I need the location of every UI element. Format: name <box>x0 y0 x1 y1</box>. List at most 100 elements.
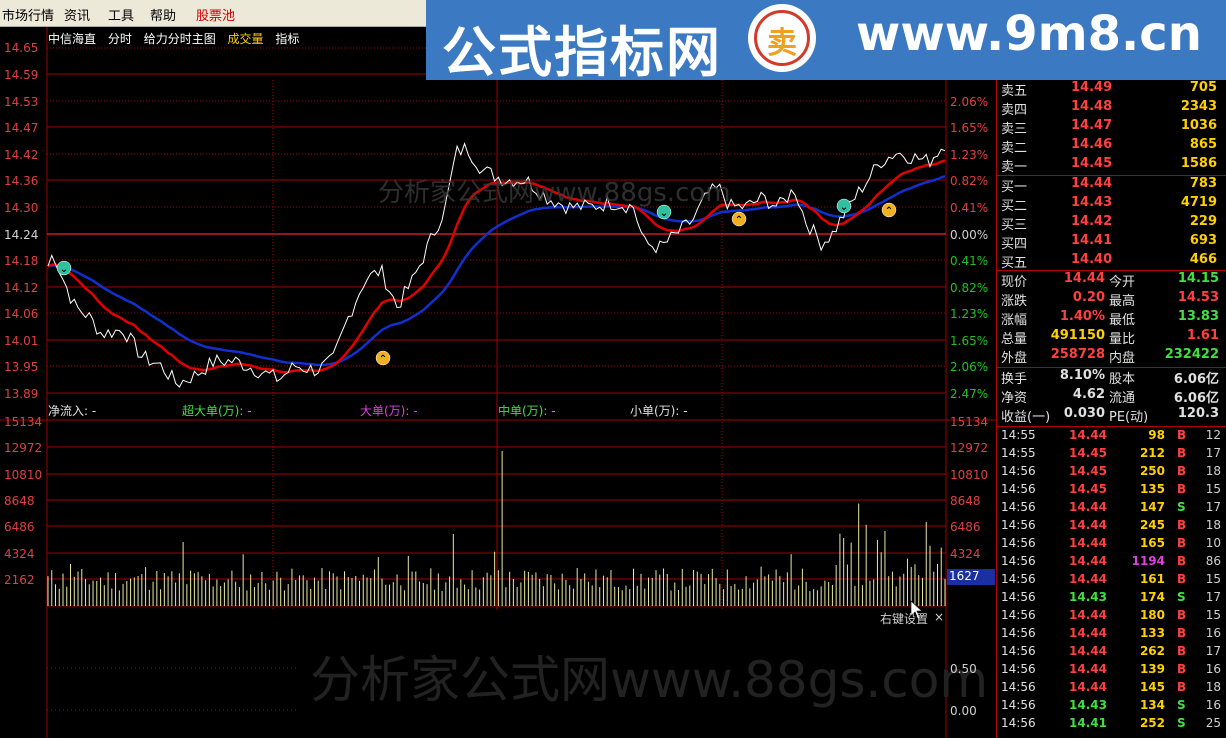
price-tick: 13.89 <box>4 387 39 401</box>
ask-volume: 2343 <box>1180 99 1217 114</box>
ask-price: 14.45 <box>1071 156 1113 171</box>
tick-row: 14:56 14.44 145 B 18 <box>997 680 1226 698</box>
bid-row[interactable]: 买五 14.40 466 <box>997 252 1226 271</box>
tick-row: 14:56 14.44 165 B 10 <box>997 536 1226 554</box>
chart-toolbar: 中信海直 分时 给力分时主图 成交量 指标 <box>48 30 307 47</box>
vol-tick-left: 10810 <box>4 468 43 482</box>
menu-help[interactable]: 帮助 <box>150 5 176 24</box>
tick-volume: 145 <box>1139 680 1165 694</box>
tick-price: 14.44 <box>1069 500 1107 514</box>
quote-label: 最低 <box>1109 313 1136 328</box>
tick-count: 18 <box>1205 518 1221 532</box>
tick-side: B <box>1177 572 1187 586</box>
banner-url: www.9m8.cn <box>856 6 1202 62</box>
quote-row: 涨幅 1.40% 最低 13.83 <box>997 309 1226 328</box>
bid-label: 买三 <box>1001 218 1028 233</box>
tick-count: 86 <box>1205 554 1221 568</box>
tick-row: 14:56 14.44 262 B 17 <box>997 644 1226 662</box>
tick-price: 14.43 <box>1069 698 1107 712</box>
tick-count: 17 <box>1205 590 1221 604</box>
bid-row[interactable]: 买一 14.44 783 <box>997 176 1226 195</box>
signal-arrow-icon: ⌃ <box>885 206 893 217</box>
tab-main-chart[interactable]: 给力分时主图 <box>144 32 216 46</box>
tick-side: B <box>1177 662 1187 676</box>
menu-bar: 市场行情 资讯 工具 帮助 股票池 <box>0 0 430 27</box>
quote-value: 6.06亿 <box>1173 372 1219 387</box>
bid-row[interactable]: 买二 14.43 4719 <box>997 195 1226 214</box>
menu-market[interactable]: 市场行情 <box>2 5 54 24</box>
tick-count: 16 <box>1205 626 1221 640</box>
price-tick: 13.95 <box>4 360 39 374</box>
tick-side: B <box>1177 608 1187 622</box>
quote-value: 1.61 <box>1186 328 1219 343</box>
tick-price: 14.43 <box>1069 590 1107 604</box>
quote-row: 换手 8.10% 股本 6.06亿 <box>997 368 1226 387</box>
flow-large: 大单(万): - <box>360 404 418 418</box>
chart-canvas[interactable]: ⌄ ⌃ ⌄ ⌃ ⌄ ⌃ <box>0 0 996 738</box>
pct-tick: 1.65% <box>950 334 989 348</box>
quote-row: 净资 4.62 流通 6.06亿 <box>997 387 1226 406</box>
tab-intraday[interactable]: 分时 <box>108 32 132 46</box>
tick-time: 14:56 <box>1001 518 1036 532</box>
quote-label: 涨跌 <box>1001 294 1028 309</box>
menu-tools[interactable]: 工具 <box>108 5 134 24</box>
bid-label: 买四 <box>1001 237 1028 252</box>
stock-name: 中信海直 <box>48 32 97 46</box>
bid-price: 14.44 <box>1071 176 1113 191</box>
close-icon[interactable]: × <box>934 610 944 624</box>
price-tick: 14.01 <box>4 334 39 348</box>
tab-volume[interactable]: 成交量 <box>228 32 264 46</box>
bid-row[interactable]: 买三 14.42 229 <box>997 214 1226 233</box>
ask-row[interactable]: 卖一 14.45 1586 <box>997 156 1226 175</box>
menu-news[interactable]: 资讯 <box>64 5 90 24</box>
quote-label: 总量 <box>1001 332 1028 347</box>
quote-value: 14.15 <box>1177 271 1219 286</box>
bid-volume: 229 <box>1189 214 1217 229</box>
vol-tick-left: 6486 <box>4 520 35 534</box>
tab-indicator[interactable]: 指标 <box>275 32 299 46</box>
ask-volume: 1586 <box>1180 156 1217 171</box>
right-click-settings[interactable]: 右键设置 <box>880 610 928 627</box>
ask-row[interactable]: 卖五 14.49 705 <box>997 80 1226 99</box>
tick-side: B <box>1177 680 1187 694</box>
ask-price: 14.49 <box>1071 80 1113 95</box>
ind-tick: 0.00 <box>950 704 977 718</box>
tick-volume: 1194 <box>1131 554 1165 568</box>
quote-label: 最高 <box>1109 294 1136 309</box>
tick-price: 14.44 <box>1069 518 1107 532</box>
quote-value: 232422 <box>1164 347 1219 362</box>
quote-label: 涨幅 <box>1001 313 1028 328</box>
tick-count: 15 <box>1205 608 1221 622</box>
fund-flow-bar: 净流入: - 超大单(万): - 大单(万): - 中单(万): - 小单(万)… <box>48 402 948 418</box>
tick-side: B <box>1177 518 1187 532</box>
flow-net: 净流入: - <box>48 404 97 418</box>
tick-price: 14.45 <box>1069 446 1107 460</box>
tick-time: 14:56 <box>1001 608 1036 622</box>
tick-time: 14:56 <box>1001 590 1036 604</box>
quote-value: 14.53 <box>1177 290 1219 305</box>
tick-time: 14:56 <box>1001 572 1036 586</box>
pct-tick: 1.23% <box>950 148 989 162</box>
quote-row: 总量 491150 量比 1.61 <box>997 328 1226 347</box>
tick-row: 14:56 14.41 252 S 25 <box>997 716 1226 734</box>
tick-price: 14.41 <box>1069 716 1107 730</box>
tick-volume: 147 <box>1139 500 1165 514</box>
menu-stock-pool[interactable]: 股票池 <box>196 5 235 24</box>
quote-label: 流通 <box>1109 391 1136 406</box>
ask-row[interactable]: 卖三 14.47 1036 <box>997 118 1226 137</box>
bid-row[interactable]: 买四 14.41 693 <box>997 233 1226 252</box>
tick-side: B <box>1177 428 1187 442</box>
tick-row: 14:56 14.44 1194 B 86 <box>997 554 1226 572</box>
tick-row: 14:56 14.44 139 B 16 <box>997 662 1226 680</box>
pct-tick: 2.06% <box>950 360 989 374</box>
tick-side: B <box>1177 554 1187 568</box>
tick-count: 15 <box>1205 572 1221 586</box>
tick-row: 14:56 14.45 135 B 15 <box>997 482 1226 500</box>
watermark: 分析家公式网www.88gs.com <box>378 178 731 208</box>
tick-time: 14:56 <box>1001 482 1036 496</box>
ask-row[interactable]: 卖二 14.46 865 <box>997 137 1226 156</box>
ask-row[interactable]: 卖四 14.48 2343 <box>997 99 1226 118</box>
pct-tick: 0.41% <box>950 201 989 215</box>
price-tick: 14.47 <box>4 121 39 135</box>
banner-title: 公式指标网 <box>442 21 722 84</box>
